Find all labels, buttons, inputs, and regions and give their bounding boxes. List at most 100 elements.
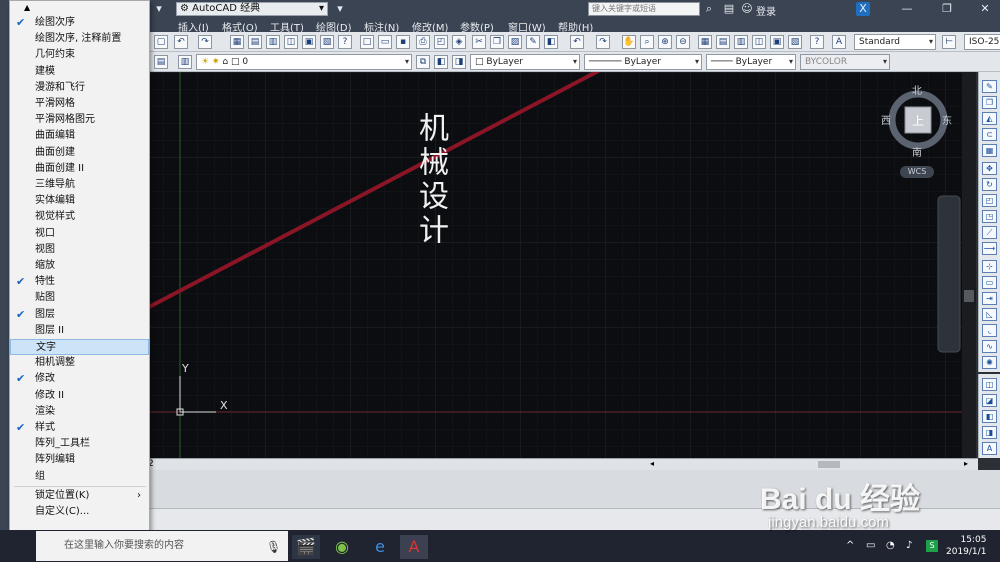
menu-item[interactable]: ✔ 图层 xyxy=(10,307,149,323)
block-icon[interactable]: ▤ xyxy=(248,35,262,49)
text-style-icon[interactable]: A xyxy=(832,35,846,49)
compass-south[interactable]: 南 xyxy=(912,144,922,159)
minimize-icon[interactable]: — xyxy=(900,2,914,16)
menu-item[interactable]: ✔ 特性 xyxy=(10,274,149,290)
layer-previous-icon[interactable]: ◧ xyxy=(434,55,448,69)
publish-icon[interactable]: ◈ xyxy=(452,35,466,49)
viewcube-top-face[interactable]: 上 xyxy=(912,112,924,129)
menu-item[interactable]: 视口 xyxy=(10,226,149,242)
fillet-icon[interactable]: ◟ xyxy=(982,324,997,337)
wcs-menu[interactable]: WCS xyxy=(900,166,934,178)
lineweight-combo[interactable]: ──── ByLayer ▾ xyxy=(706,54,796,70)
autocad-app-icon[interactable]: A xyxy=(400,535,428,559)
menu-item[interactable]: 贴图 xyxy=(10,290,149,306)
dropdown-arrow-icon[interactable]: ▾ xyxy=(152,2,166,16)
ime-icon[interactable]: S xyxy=(926,540,938,552)
cut-icon[interactable]: ✂ xyxy=(472,35,486,49)
join-icon[interactable]: ⇥ xyxy=(982,292,997,305)
menu-item-lock-position[interactable]: 锁定位置(K) › xyxy=(10,488,149,504)
cart-icon[interactable]: ▤ xyxy=(722,2,736,16)
vertical-scrollbar[interactable] xyxy=(962,72,976,458)
menu-item[interactable]: 曲面创建 II xyxy=(10,161,149,177)
print-icon[interactable]: ⎙ xyxy=(416,35,430,49)
battery-icon[interactable]: ▭ xyxy=(866,540,875,551)
markup-manager-icon[interactable]: ▣ xyxy=(770,35,784,49)
layer-combo[interactable]: ☀ ✷ ⌂ □ 0 ▾ xyxy=(196,54,412,70)
edge-browser-icon[interactable]: e xyxy=(366,535,394,559)
erase-icon[interactable]: ✎ xyxy=(982,80,997,93)
menu-item[interactable]: ✔ 修改 xyxy=(10,371,149,387)
linetype-combo[interactable]: ────── ByLayer ▾ xyxy=(584,54,702,70)
layer-match-icon[interactable]: ◨ xyxy=(452,55,466,69)
help-icon[interactable]: ? xyxy=(810,35,824,49)
help-icon[interactable]: ? xyxy=(338,35,352,49)
workspace-combo[interactable]: ⚙ AutoCAD 经典 ▾ xyxy=(176,2,328,16)
menu-item[interactable]: 三维导航 xyxy=(10,177,149,193)
paste-icon[interactable]: ▨ xyxy=(508,35,522,49)
menu-item[interactable]: 平滑网格图元 xyxy=(10,112,149,128)
send-under-icon[interactable]: ◨ xyxy=(982,426,997,439)
rotate-icon[interactable]: ↻ xyxy=(982,178,997,191)
zoom-previous-icon[interactable]: ⊖ xyxy=(676,35,690,49)
dim-style-combo[interactable]: ISO-25 xyxy=(964,34,1000,50)
redo-icon[interactable]: ↷ xyxy=(596,35,610,49)
text-front-icon[interactable]: A xyxy=(982,442,997,455)
blend-icon[interactable]: ∿ xyxy=(982,340,997,353)
movie-app-icon[interactable]: 🎬 xyxy=(292,535,320,559)
block-editor-icon[interactable]: ◧ xyxy=(544,35,558,49)
make-current-icon[interactable]: ⧉ xyxy=(416,55,430,69)
menu-item[interactable]: 视觉样式 xyxy=(10,209,149,225)
extend-icon[interactable]: ⟶ xyxy=(982,242,997,255)
matchprop-icon[interactable]: ▦ xyxy=(230,35,244,49)
exchange-icon[interactable]: X xyxy=(856,2,870,16)
drawing-canvas[interactable]: 机械设计 北 南 东 西 上 WCS Y X xyxy=(150,72,962,458)
redo-icon[interactable]: ↷ xyxy=(198,35,212,49)
menu-item[interactable]: 文字 xyxy=(10,339,149,355)
tool-palette-icon[interactable]: ▥ xyxy=(266,35,280,49)
offset-icon[interactable]: ⊂ xyxy=(982,128,997,141)
binoculars-icon[interactable]: ⌕ xyxy=(702,2,716,16)
restore-icon[interactable]: ❐ xyxy=(940,2,954,16)
menu-item[interactable]: 组 xyxy=(10,469,149,485)
copy-object-icon[interactable]: ❐ xyxy=(982,96,997,109)
wifi-icon[interactable]: ◔ xyxy=(886,540,895,551)
scroll-thumb[interactable] xyxy=(964,290,974,302)
match-icon[interactable]: ✎ xyxy=(526,35,540,49)
microphone-icon[interactable]: 🎙 xyxy=(266,540,281,554)
bring-above-icon[interactable]: ◧ xyxy=(982,410,997,423)
menu-item[interactable]: 视图 xyxy=(10,242,149,258)
scroll-up-icon[interactable]: ▲ xyxy=(24,3,30,12)
layer-states-icon[interactable]: ▥ xyxy=(178,55,192,69)
calc-icon[interactable]: ▧ xyxy=(320,35,334,49)
scale-icon[interactable]: ◰ xyxy=(982,194,997,207)
preview-icon[interactable]: ◰ xyxy=(434,35,448,49)
menu-item[interactable]: 建模 xyxy=(10,64,149,80)
trim-icon[interactable]: ⟋ xyxy=(982,226,997,239)
color-combo[interactable]: □ ByLayer ▾ xyxy=(470,54,580,70)
menu-item[interactable]: 曲面编辑 xyxy=(10,128,149,144)
mirror-icon[interactable]: ◭ xyxy=(982,112,997,125)
plotstyle-combo[interactable]: BYCOLOR ▾ xyxy=(800,54,890,70)
markup-icon[interactable]: ▣ xyxy=(302,35,316,49)
tool-palettes-icon[interactable]: ▥ xyxy=(734,35,748,49)
menu-item[interactable]: 相机调整 xyxy=(10,355,149,371)
chamfer-icon[interactable]: ◺ xyxy=(982,308,997,321)
save-icon[interactable]: ▪ xyxy=(396,35,410,49)
menu-item[interactable]: 修改 II xyxy=(10,388,149,404)
compass-west[interactable]: 西 xyxy=(881,112,891,127)
array-icon[interactable]: ▦ xyxy=(982,144,997,157)
zoom-realtime-icon[interactable]: ⌕ xyxy=(640,35,654,49)
menu-item[interactable]: ✔ 样式 xyxy=(10,420,149,436)
compass-east[interactable]: 东 xyxy=(942,112,952,127)
compass-north[interactable]: 北 xyxy=(912,82,922,97)
menu-item[interactable]: 曲面创建 xyxy=(10,145,149,161)
send-back-icon[interactable]: ◪ xyxy=(982,394,997,407)
menu-item[interactable]: 平滑网格 xyxy=(10,96,149,112)
dim-style-icon[interactable]: ⊢ xyxy=(942,35,956,49)
layer-manager-icon[interactable]: ▤ xyxy=(154,55,168,69)
stretch-icon[interactable]: ◳ xyxy=(982,210,997,223)
login-label[interactable]: 登录 xyxy=(756,3,776,18)
close-icon[interactable]: ✕ xyxy=(978,2,992,16)
undo-icon[interactable]: ↶ xyxy=(570,35,584,49)
menu-item[interactable]: 漫游和飞行 xyxy=(10,80,149,96)
